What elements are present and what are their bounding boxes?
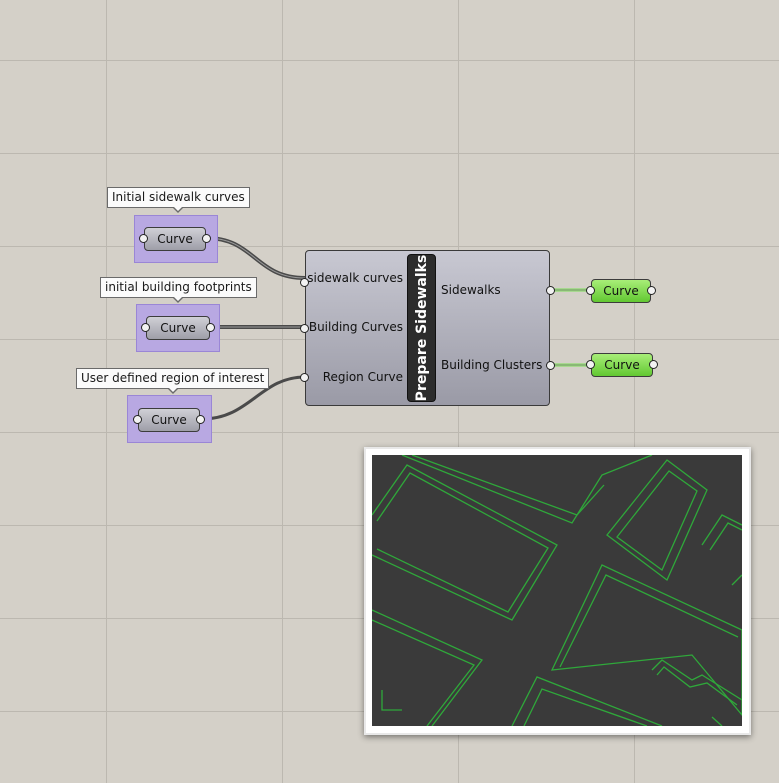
grip-sidewalk-curves[interactable] [300, 278, 309, 287]
output-grip[interactable] [202, 234, 211, 243]
grip-region-curve[interactable] [300, 373, 309, 382]
input-grip[interactable] [141, 323, 150, 332]
curve-param-clusters-out[interactable]: Curve [586, 353, 658, 377]
param-label: Curve [603, 284, 639, 298]
param-label: Curve [157, 232, 193, 246]
curve-preview-panel[interactable] [364, 447, 751, 735]
curve-param-sidewalk[interactable]: Curve [139, 227, 211, 251]
note-initial-building-footprints: initial building footprints [100, 277, 257, 303]
input-grip[interactable] [586, 286, 595, 295]
curve-param-sidewalks-out[interactable]: Curve [586, 279, 656, 303]
param-label: Curve [151, 413, 187, 427]
grip-sidewalks[interactable] [546, 286, 555, 295]
output-grip[interactable] [649, 360, 658, 369]
grip-building-clusters[interactable] [546, 361, 555, 370]
output-sidewalks[interactable]: Sidewalks [441, 283, 501, 297]
grip-building-curves[interactable] [300, 324, 309, 333]
note-initial-sidewalk-curves: Initial sidewalk curves [107, 187, 250, 213]
input-grip[interactable] [133, 415, 142, 424]
output-building-clusters[interactable]: Building Clusters [441, 358, 542, 372]
wire-sidewalk [205, 236, 306, 280]
param-label: Curve [604, 358, 640, 372]
curve-param-building[interactable]: Curve [141, 316, 215, 340]
component-name-bar: Prepare Sidewalks [407, 254, 436, 402]
input-grip[interactable] [586, 360, 595, 369]
output-grip[interactable] [196, 415, 205, 424]
component-name: Prepare Sidewalks [413, 254, 430, 402]
preview-viewport [372, 455, 742, 726]
curve-param-region[interactable]: Curve [133, 408, 205, 432]
note-region-of-interest: User defined region of interest [76, 368, 270, 394]
preview-curves [372, 455, 742, 726]
output-grip[interactable] [647, 286, 656, 295]
param-label: Curve [160, 321, 196, 335]
input-region-curve[interactable]: Region Curve [323, 370, 403, 384]
prepare-sidewalks-component[interactable]: sidewalk curves Building Curves Region C… [300, 250, 555, 406]
input-grip[interactable] [139, 234, 148, 243]
input-building-curves[interactable]: Building Curves [309, 320, 403, 334]
input-sidewalk-curves[interactable]: sidewalk curves [307, 271, 403, 285]
output-grip[interactable] [206, 323, 215, 332]
